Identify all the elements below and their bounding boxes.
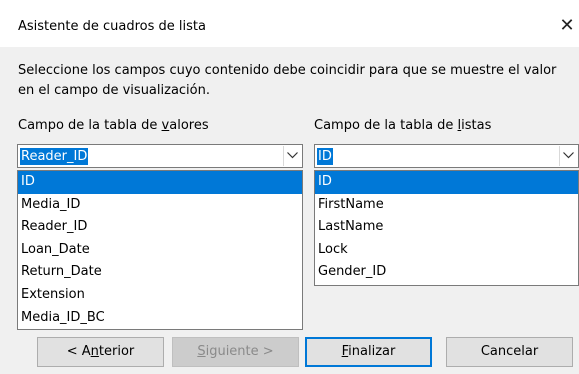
list-item[interactable]: Media_ID <box>18 194 302 217</box>
values-field-listbox[interactable]: ID Media_ID Reader_ID Loan_Date Return_Date E… <box>17 170 303 330</box>
cancel-button[interactable]: Cancelar <box>446 337 573 367</box>
list-field-selected-value: ID <box>317 148 333 165</box>
list-item[interactable]: Reader_ID <box>18 216 302 239</box>
list-item[interactable]: Media_ID_BC <box>18 307 302 330</box>
list-item[interactable]: Lock <box>315 239 578 262</box>
list-item[interactable]: ID <box>315 171 578 194</box>
chevron-down-icon <box>563 152 574 159</box>
list-field-listbox[interactable]: ID FirstName LastName Lock Gender_ID <box>314 170 579 286</box>
title-bar: Asistente de cuadros de lista ✕ <box>0 0 579 47</box>
chevron-down-icon <box>287 152 298 159</box>
list-item[interactable]: Loan_Date <box>18 239 302 262</box>
list-field-combobox[interactable]: ID <box>314 144 579 168</box>
values-field-combobox[interactable]: Reader_ID <box>17 144 303 168</box>
values-field-selected-value: Reader_ID <box>20 148 89 165</box>
values-field-dropdown-button[interactable] <box>283 146 301 166</box>
instructions-text: Seleccione los campos cuyo contenido deb… <box>18 63 557 98</box>
next-button[interactable]: Siguiente > <box>172 337 299 367</box>
finish-button[interactable]: Finalizar <box>305 337 432 367</box>
list-field-dropdown-button[interactable] <box>559 146 577 166</box>
close-icon[interactable]: ✕ <box>556 15 578 37</box>
window-title: Asistente de cuadros de lista <box>18 19 206 34</box>
list-table-field-label: Campo de la tabla de listas <box>314 118 492 133</box>
list-item[interactable]: Gender_ID <box>315 261 578 284</box>
values-table-field-label: Campo de la tabla de valores <box>18 118 209 133</box>
list-item[interactable]: Return_Date <box>18 261 302 284</box>
back-button[interactable]: < Anterior <box>37 337 164 367</box>
list-item[interactable]: LastName <box>315 216 578 239</box>
list-item[interactable]: ID <box>18 171 302 194</box>
list-item[interactable]: Extension <box>18 284 302 307</box>
list-item[interactable]: FirstName <box>315 194 578 217</box>
